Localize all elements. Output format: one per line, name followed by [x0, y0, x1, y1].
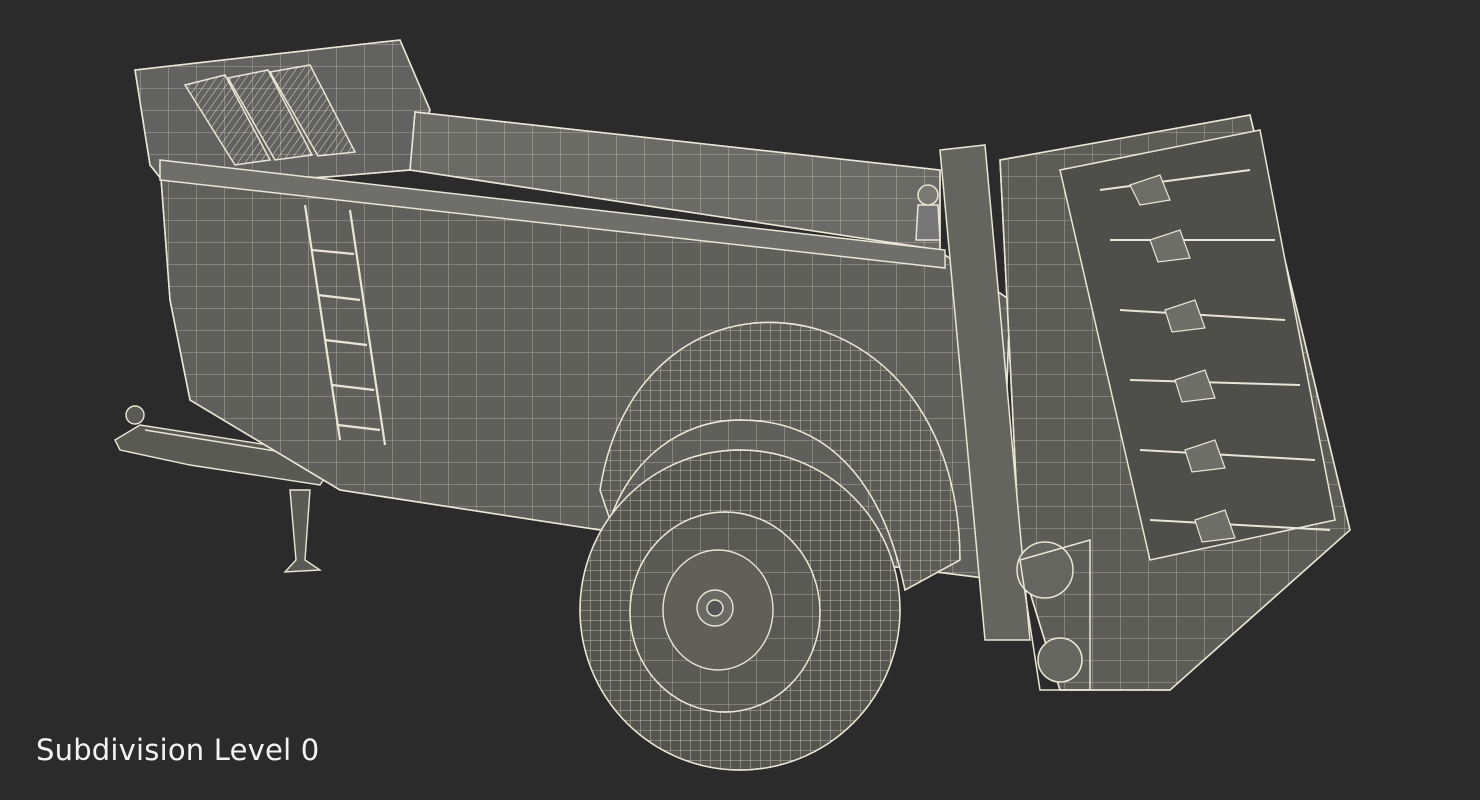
spreader-wireframe-render — [114, 39, 1351, 771]
render-viewport: Subdivision Level 0 — [0, 0, 1480, 800]
caption-text: Subdivision Level 0 — [36, 733, 320, 767]
wheel — [579, 449, 901, 771]
rear-beater-assembly — [939, 114, 1351, 691]
